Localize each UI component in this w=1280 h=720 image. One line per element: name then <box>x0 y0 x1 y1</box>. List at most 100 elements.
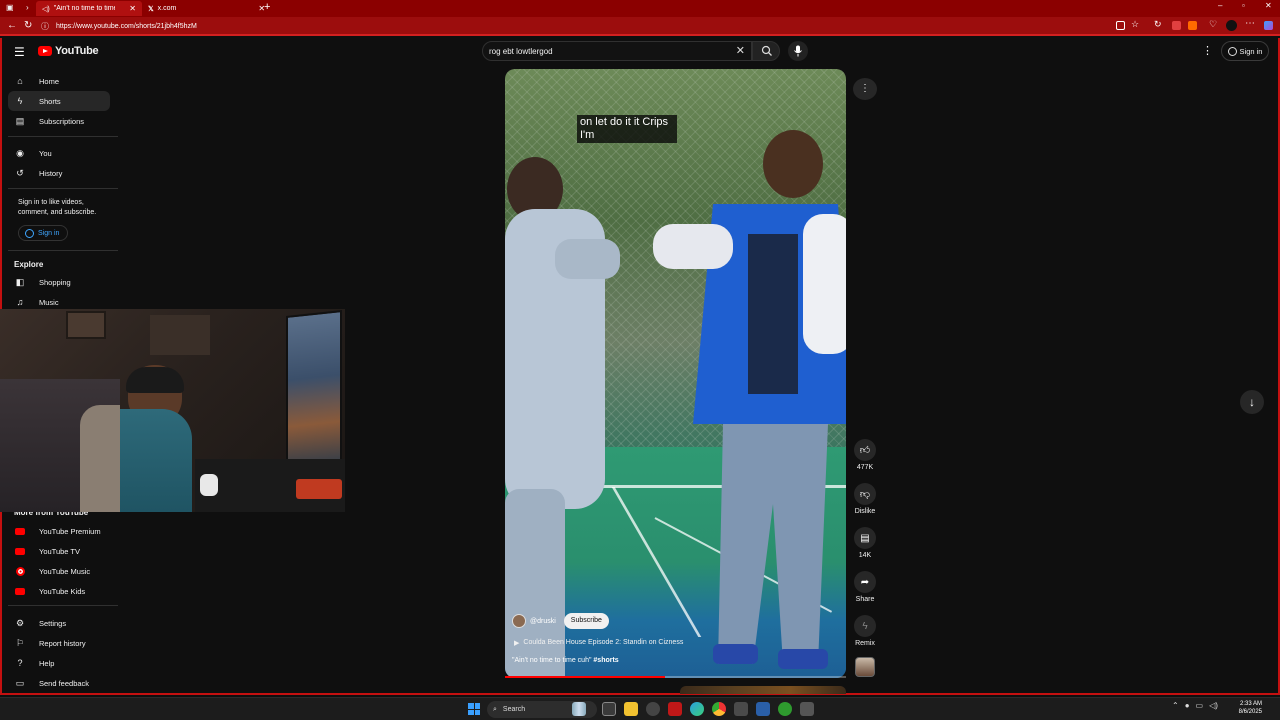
sidebar-item-label: Send feedback <box>39 678 90 688</box>
clock[interactable]: 2:33 AM 8/6/2025 <box>1228 700 1262 716</box>
sidebar-item-youtube-premium[interactable]: YouTube Premium <box>8 521 110 541</box>
comment-count: 14K <box>858 552 872 559</box>
sidebar-item-youtube-music[interactable]: YouTube Music <box>8 561 110 581</box>
app-icon[interactable] <box>668 702 682 716</box>
music-icon: ♫ <box>16 297 24 307</box>
windows-start-icon[interactable] <box>468 703 480 715</box>
chevron-up-icon[interactable]: ⌃ <box>1172 701 1179 710</box>
maximize-icon[interactable]: ▫ <box>1242 1 1245 10</box>
refresh-ext-icon[interactable]: ↻ <box>1154 19 1162 30</box>
next-short-arrow-icon[interactable]: ↓ <box>1240 390 1264 414</box>
xbox-icon[interactable] <box>778 702 792 716</box>
taskbar: ⌕ Search ⌃ ● ▭ ◁) 2:33 AM 8/6/2025 <box>0 697 1280 720</box>
dislike-action[interactable]: 👎︎ Dislike <box>853 483 877 515</box>
sidebar-item-settings[interactable]: ⚙ Settings <box>8 613 110 633</box>
address-bar-row: ← ↻ ⓘ https://www.youtube.com/shorts/21j… <box>0 17 1280 36</box>
new-tab-icon[interactable]: + <box>264 1 270 13</box>
comment-icon[interactable]: ▤ <box>854 527 876 549</box>
sidebar-item-send-feedback[interactable]: ▭ Send feedback <box>8 673 110 693</box>
audio-icon: ◁) <box>42 5 50 13</box>
search-input[interactable] <box>489 45 719 58</box>
browser-menu-icon[interactable]: ▣ <box>6 3 14 12</box>
network-icon[interactable]: ▭ <box>1196 701 1204 710</box>
sidebar-item-subscriptions[interactable]: ▤ Subscriptions <box>8 111 110 131</box>
channel-avatar[interactable] <box>512 614 526 628</box>
remix-icon[interactable]: ϟ <box>854 615 876 637</box>
app-icon[interactable] <box>800 702 814 716</box>
app-icon[interactable] <box>734 702 748 716</box>
widgets-icon[interactable] <box>572 702 586 716</box>
reload-icon[interactable]: ↻ <box>24 20 32 31</box>
clear-search-icon[interactable]: ✕ <box>736 44 745 57</box>
account-icon <box>25 228 34 238</box>
like-count: 477K <box>856 464 874 471</box>
file-explorer-icon[interactable] <box>624 702 638 716</box>
url-field[interactable]: https://www.youtube.com/shorts/21jbh4f5h… <box>50 20 1100 33</box>
more-menu-icon[interactable]: ⋯ <box>1245 18 1255 29</box>
youtube-logo[interactable]: YouTube <box>38 45 99 57</box>
history-icon: ↺ <box>16 167 24 178</box>
profile-avatar-icon[interactable] <box>1226 20 1237 31</box>
tab-actions-icon[interactable]: › <box>26 3 29 12</box>
edge-icon[interactable] <box>690 702 704 716</box>
like-action[interactable]: 👍︎ 477K <box>853 439 877 471</box>
app-icon[interactable] <box>646 702 660 716</box>
sidebar-item-youtube-tv[interactable]: YouTube TV <box>8 541 110 561</box>
settings-kebab-icon[interactable]: ⋮ <box>1202 44 1213 57</box>
dislike-icon[interactable]: 👎︎ <box>854 483 876 505</box>
clock-time: 2:33 AM <box>1239 701 1262 707</box>
next-short-preview[interactable] <box>680 686 846 694</box>
volume-icon[interactable]: ◁) <box>1209 701 1218 710</box>
minimize-icon[interactable]: – <box>1218 1 1222 10</box>
close-tab-icon[interactable]: ✕ <box>129 4 136 13</box>
sign-in-button[interactable]: Sign in <box>1221 41 1269 61</box>
video-more-options-icon[interactable]: ⋮ <box>853 78 877 100</box>
menu-icon[interactable]: ☰ <box>14 45 25 59</box>
chrome-icon[interactable] <box>712 702 726 716</box>
extension-icon[interactable] <box>1188 21 1197 30</box>
wall-frame <box>66 311 106 339</box>
channel-name[interactable]: @druski <box>530 618 556 625</box>
remix-action[interactable]: ϟ Remix <box>853 615 877 647</box>
copilot-icon[interactable] <box>1264 21 1273 30</box>
sidebar-item-history[interactable]: ↺ History <box>8 163 110 183</box>
sidebar-item-shorts[interactable]: ϟ Shorts <box>8 91 110 111</box>
sound-avatar[interactable] <box>855 657 875 677</box>
browser-tab-bar: ▣ › ◁) "Ain't no time to time cuh" - ✕ 𝕏… <box>0 0 1280 17</box>
extension-icon[interactable] <box>1172 21 1181 30</box>
like-icon[interactable]: 👍︎ <box>854 439 876 461</box>
series-link[interactable]: ▶ Coulda Been House Episode 2: Standin o… <box>514 639 683 647</box>
sidebar-sign-in-button[interactable]: Sign in <box>18 225 68 241</box>
site-info-icon[interactable]: ⓘ <box>41 21 49 32</box>
reader-icon[interactable] <box>1116 21 1125 30</box>
microphone-icon[interactable]: ● <box>1185 701 1190 710</box>
share-icon[interactable]: ➦ <box>854 571 876 593</box>
favorite-icon[interactable]: ☆ <box>1131 19 1139 30</box>
sidebar-item-shopping[interactable]: ◧ Shopping <box>8 272 110 292</box>
sidebar-item-youtube-kids[interactable]: YouTube Kids <box>8 581 110 601</box>
sidebar-item-report-history[interactable]: ⚐ Report history <box>8 633 110 653</box>
app-icon[interactable] <box>756 702 770 716</box>
hashtag-link[interactable]: #shorts <box>593 657 618 664</box>
back-icon[interactable]: ← <box>7 20 17 31</box>
subscribe-button[interactable]: Subscribe <box>563 613 609 629</box>
sidebar-item-help[interactable]: ? Help <box>8 653 110 673</box>
favorites-bar-icon[interactable]: ♡ <box>1209 19 1217 30</box>
voice-search-button[interactable] <box>788 41 808 61</box>
dislike-label: Dislike <box>854 508 876 515</box>
sidebar-item-label: YouTube Music <box>39 566 91 576</box>
sidebar-item-you[interactable]: ◉ You <box>8 143 110 163</box>
comments-action[interactable]: ▤ 14K <box>853 527 877 559</box>
sign-in-prompt: Sign in to like videos, comment, and sub… <box>18 199 97 216</box>
short-video-player[interactable] <box>505 69 846 678</box>
tab-x[interactable]: 𝕏 x.com ✕ <box>142 1 265 16</box>
tab-youtube[interactable]: ◁) "Ain't no time to time cuh" - ✕ <box>36 1 142 16</box>
home-icon: ⌂ <box>17 76 23 86</box>
shopping-icon: ◧ <box>15 276 25 287</box>
close-window-icon[interactable]: ✕ <box>1265 1 1272 10</box>
share-action[interactable]: ➦ Share <box>853 571 877 603</box>
search-button[interactable] <box>752 41 780 61</box>
task-view-icon[interactable] <box>602 702 616 716</box>
sidebar-item-home[interactable]: ⌂ Home <box>8 71 110 91</box>
video-progress-bar[interactable] <box>505 676 846 678</box>
